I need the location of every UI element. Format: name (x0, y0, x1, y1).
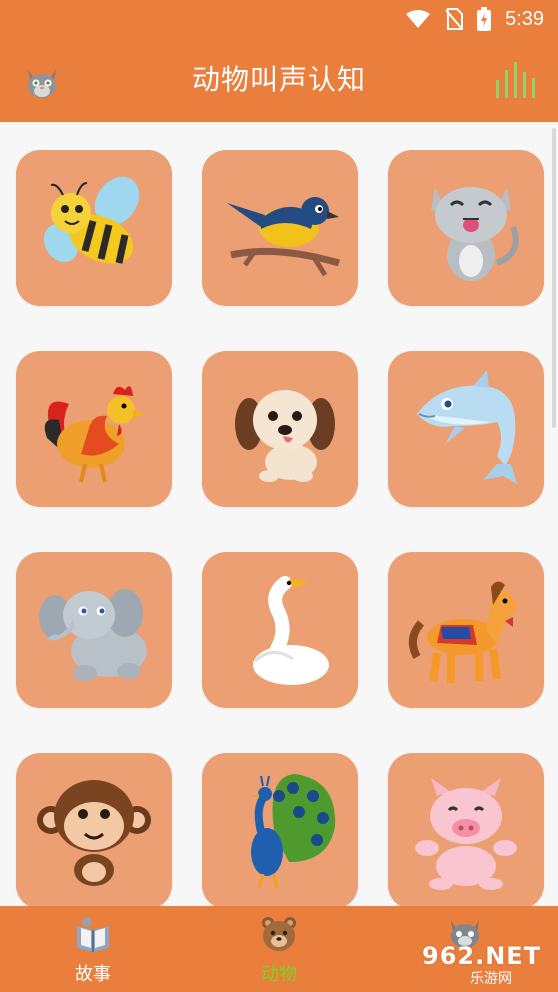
wifi-icon (406, 10, 431, 28)
peacock-icon (251, 774, 336, 889)
bee-icon (43, 176, 140, 264)
dolphin-icon (417, 370, 517, 484)
horse-icon (408, 581, 517, 683)
tile-horse[interactable] (388, 552, 544, 708)
page-title: 动物叫声认知 (191, 63, 366, 96)
goose-icon (253, 576, 329, 685)
tile-rooster[interactable] (16, 351, 172, 507)
status-time: 5:39 (505, 7, 544, 30)
cat-icon (431, 187, 519, 281)
tile-cat[interactable] (388, 150, 544, 306)
no-sim-icon (445, 8, 464, 30)
tile-dolphin[interactable] (388, 351, 544, 507)
tile-bird[interactable] (202, 150, 358, 306)
watermark-logo: 962.NET 乐游网 (416, 942, 556, 988)
tile-bee[interactable] (16, 150, 172, 306)
tile-goose[interactable] (202, 552, 358, 708)
animal-grid (0, 122, 558, 906)
elephant-icon (39, 589, 147, 681)
nav-item-stories[interactable]: 故事 (0, 906, 186, 992)
pig-icon (415, 778, 517, 890)
watermark-sub: 乐游网 (470, 971, 512, 987)
tile-pig[interactable] (388, 753, 544, 906)
nav-label-animals: 动物 (261, 964, 297, 985)
bird-icon (227, 197, 340, 277)
equalizer-icon[interactable] (494, 62, 536, 98)
bear-icon (262, 917, 296, 951)
rooster-icon (44, 386, 145, 483)
book-icon (77, 917, 109, 952)
tile-elephant[interactable] (16, 552, 172, 708)
app-header: 5:39 动物叫声认知 (0, 0, 558, 122)
nav-item-animals[interactable]: 动物 (186, 906, 372, 992)
tile-dog[interactable] (202, 351, 358, 507)
status-bar: 5:39 (405, 6, 544, 32)
watermark-main: 962.NET (422, 942, 542, 970)
scrollbar[interactable] (552, 128, 556, 428)
dog-icon (235, 390, 335, 482)
tile-peacock[interactable] (202, 753, 358, 906)
battery-icon (477, 7, 492, 31)
tile-monkey[interactable] (16, 753, 172, 906)
nav-label-stories: 故事 (75, 964, 111, 985)
monkey-icon (37, 780, 151, 886)
